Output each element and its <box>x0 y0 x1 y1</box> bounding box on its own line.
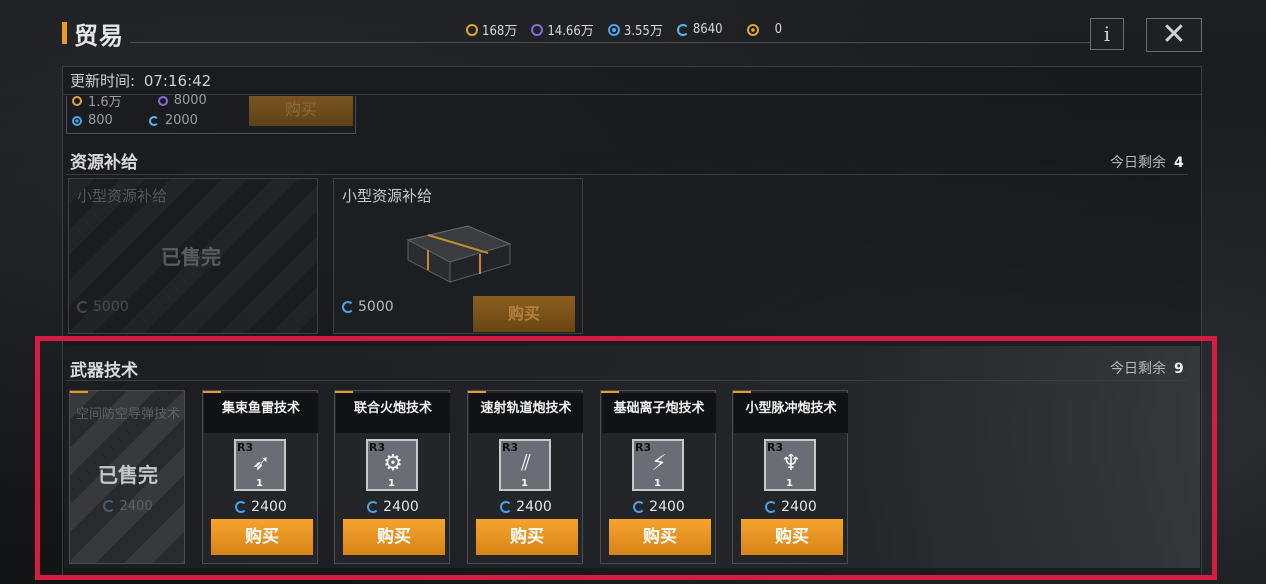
partial-price-row-2: 800 2000 <box>72 113 198 128</box>
weapon-card-price: 2400 <box>733 499 849 515</box>
weapon-card-price: 2400 <box>203 499 319 515</box>
gold-coin-icon <box>72 95 82 106</box>
weapon-card-price: 2400 <box>335 499 451 515</box>
currency-g: 8640 <box>676 20 723 39</box>
g-credit-icon <box>633 501 646 513</box>
resource-buy-button[interactable]: 购买 <box>473 296 575 332</box>
weapon-card-name: 集束鱼雷技术 <box>221 401 300 416</box>
g-credit-icon <box>235 501 248 513</box>
weapon-card-sold: 空间防空导弹技术 已售完 2400 <box>69 390 185 564</box>
weapon-tech-icon[interactable]: R3 ⚙ 1 <box>366 439 418 491</box>
cannon-icon: ⚙ <box>383 451 403 476</box>
weapon-remaining: 今日剩余 9 <box>1110 361 1184 377</box>
railgun-icon: ⫽ <box>521 451 531 476</box>
weapon-card-name: 小型脉冲炮技术 <box>745 401 837 416</box>
quantity-label: 1 <box>521 478 528 489</box>
resource-section-divider <box>66 174 1188 175</box>
quantity-label: 1 <box>786 478 793 489</box>
currency-blue: 3.55万 <box>607 20 663 39</box>
quantity-label: 1 <box>388 478 395 489</box>
g-credit-icon <box>148 115 159 126</box>
weapon-tech-icon[interactable]: R3 ♆ 1 <box>764 439 816 491</box>
buy-button[interactable]: 购买 <box>211 519 313 555</box>
weapon-card-name: 空间防空导弹技术 <box>75 407 180 422</box>
close-button[interactable]: ✕ <box>1146 18 1202 52</box>
orange-token-icon <box>746 23 759 36</box>
currency-bar: 168万 14.66万 3.55万 8640 0 <box>466 20 782 39</box>
blue-energy-icon <box>607 23 620 36</box>
weapon-card[interactable]: 集束鱼雷技术 R3 ➶ 1 2400 购买 <box>202 390 318 564</box>
weapon-card-price: 2400 <box>601 499 717 515</box>
resource-section-title: 资源补给 <box>70 153 138 173</box>
weapon-card-name: 速射轨道炮技术 <box>480 401 572 416</box>
pulse-cannon-icon: ♆ <box>781 451 801 476</box>
g-credit-icon <box>765 501 778 513</box>
g-credit-icon <box>103 500 116 512</box>
resource-card-price: 5000 <box>342 299 394 315</box>
title-divider <box>130 42 1090 43</box>
g-credit-icon <box>500 501 513 513</box>
weapon-section-divider <box>66 380 1188 381</box>
quantity-label: 1 <box>654 478 661 489</box>
buy-button[interactable]: 购买 <box>476 519 578 555</box>
weapon-card-name: 联合火炮技术 <box>353 401 432 416</box>
buy-button[interactable]: 购买 <box>343 519 445 555</box>
currency-purple: 14.66万 <box>531 20 594 39</box>
weapon-section-title: 武器技术 <box>70 361 138 381</box>
weapon-card-name: 基础离子炮技术 <box>613 401 705 416</box>
g-credit-icon <box>342 301 354 313</box>
partial-buy-button[interactable]: 购买 <box>249 96 353 126</box>
g-credit-icon <box>676 23 689 36</box>
weapon-card-price: 2400 <box>70 499 186 514</box>
card-accent <box>70 391 88 393</box>
resource-card-name: 小型资源补给 <box>77 187 168 205</box>
quantity-label: 1 <box>256 478 263 489</box>
resource-card-price: 5000 <box>77 299 129 315</box>
gold-coin-icon <box>466 23 478 36</box>
partial-price-row-1: 1.6万 8000 <box>72 91 207 110</box>
supply-crate-icon <box>406 225 512 283</box>
update-time: 更新时间: 07:16:42 <box>70 72 212 90</box>
weapon-tech-icon[interactable]: R3 ⚡ 1 <box>632 439 684 491</box>
update-divider <box>62 94 1202 95</box>
buy-button[interactable]: 购买 <box>609 519 711 555</box>
sold-out-label: 已售完 <box>161 245 221 269</box>
resource-card-sold: 小型资源补给 已售完 5000 <box>68 178 318 334</box>
weapon-tech-icon[interactable]: R3 ➶ 1 <box>234 439 286 491</box>
ion-cannon-icon: ⚡ <box>651 451 667 476</box>
purple-crystal-icon <box>157 95 168 106</box>
info-button[interactable]: i <box>1090 18 1124 50</box>
currency-gold: 168万 <box>466 20 517 39</box>
weapon-card[interactable]: 速射轨道炮技术 R3 ⫽ 1 2400 购买 <box>467 390 583 564</box>
weapon-card[interactable]: 小型脉冲炮技术 R3 ♆ 1 2400 购买 <box>732 390 848 564</box>
weapon-card-price: 2400 <box>468 499 584 515</box>
purple-crystal-icon <box>531 23 544 36</box>
page-title: 贸易 <box>74 22 124 50</box>
g-credit-icon <box>77 301 89 313</box>
title-accent <box>62 22 67 44</box>
resource-card-name: 小型资源补给 <box>342 187 433 205</box>
weapon-card[interactable]: 联合火炮技术 R3 ⚙ 1 2400 购买 <box>334 390 450 564</box>
currency-orange: 0 <box>746 20 782 39</box>
resource-remaining: 今日剩余 4 <box>1110 155 1184 171</box>
blue-energy-icon <box>72 115 82 126</box>
g-credit-icon <box>367 501 380 513</box>
header: 贸易 168万 14.66万 3.55万 8640 0 i ✕ <box>0 0 1266 64</box>
torpedo-icon: ➶ <box>251 451 271 476</box>
buy-button[interactable]: 购买 <box>741 519 843 555</box>
weapon-tech-icon[interactable]: R3 ⫽ 1 <box>499 439 551 491</box>
sold-out-label: 已售完 <box>98 463 158 487</box>
weapon-card[interactable]: 基础离子炮技术 R3 ⚡ 1 2400 购买 <box>600 390 716 564</box>
